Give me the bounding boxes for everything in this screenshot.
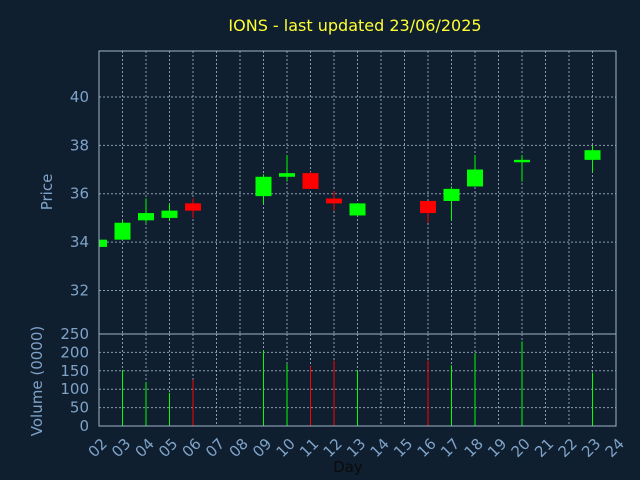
x-tick-label: 09 xyxy=(249,435,275,461)
x-tick-label: 21 xyxy=(531,435,557,461)
x-tick-label: 19 xyxy=(484,435,510,461)
candle-body xyxy=(443,188,460,201)
stock-chart: IONS - last updated 23/06/2025 32 34 36 38 4… xyxy=(28,16,628,476)
volume-tick-label: 150 xyxy=(60,362,89,380)
candle-body xyxy=(279,173,295,177)
x-tick-label: 15 xyxy=(390,435,416,461)
x-tick-label: 05 xyxy=(155,435,181,461)
candle-body xyxy=(349,203,366,216)
candle-body xyxy=(99,239,107,247)
x-tick-label: 16 xyxy=(414,435,440,461)
price-grid xyxy=(99,51,616,334)
candle-body xyxy=(302,173,319,189)
x-tick-label: 13 xyxy=(343,435,369,461)
chart-title: IONS - last updated 23/06/2025 xyxy=(228,16,481,35)
candle-body xyxy=(584,150,601,160)
x-tick-label: 03 xyxy=(108,435,134,461)
x-tick-label: 23 xyxy=(578,435,604,461)
candle-body xyxy=(161,210,178,218)
candle-body xyxy=(420,200,436,214)
price-tick-label: 40 xyxy=(70,88,89,106)
x-tick-label: 11 xyxy=(296,435,322,461)
volume-tick-label: 200 xyxy=(60,343,89,361)
price-tick-label: 36 xyxy=(70,185,89,203)
x-tick-label: 17 xyxy=(437,435,463,461)
x-tick-label: 12 xyxy=(320,435,346,461)
x-tick-label: 24 xyxy=(602,435,628,461)
x-tick-label: 18 xyxy=(461,435,487,461)
price-y-ticks: 32 34 36 38 40 xyxy=(70,88,89,300)
price-axis-label: Price xyxy=(38,174,56,211)
volume-tick-label: 100 xyxy=(60,380,89,398)
candle-body xyxy=(255,176,272,197)
volume-tick-label: 250 xyxy=(60,325,89,343)
x-tick-label: 06 xyxy=(179,435,205,461)
x-tick-label: 20 xyxy=(508,435,534,461)
candle-body xyxy=(467,169,483,187)
x-tick-label: 10 xyxy=(273,435,299,461)
price-tick-label: 34 xyxy=(70,233,89,251)
x-tick-label: 07 xyxy=(202,435,228,461)
price-tick-label: 38 xyxy=(70,136,89,154)
candle-body xyxy=(185,203,201,211)
x-tick-label: 02 xyxy=(85,435,111,461)
x-tick-label: 22 xyxy=(555,435,581,461)
x-ticks: 0203040506070809101112131415161718192021… xyxy=(85,435,628,461)
x-tick-label: 14 xyxy=(367,435,393,461)
candle-body xyxy=(326,198,342,204)
x-tick-label: 04 xyxy=(132,435,158,461)
x-tick-label: 08 xyxy=(226,435,252,461)
candle-body xyxy=(514,159,530,163)
candles xyxy=(98,145,601,247)
x-axis-label: Day xyxy=(333,458,363,476)
volume-tick-label: 50 xyxy=(70,399,89,417)
volume-tick-label: 0 xyxy=(79,417,89,435)
candle-body xyxy=(138,213,154,221)
candle-body xyxy=(114,222,131,240)
volume-y-ticks: 050100150200250 xyxy=(60,325,89,435)
volume-axis-label: Volume (0000) xyxy=(28,326,46,436)
price-tick-label: 32 xyxy=(70,281,89,299)
